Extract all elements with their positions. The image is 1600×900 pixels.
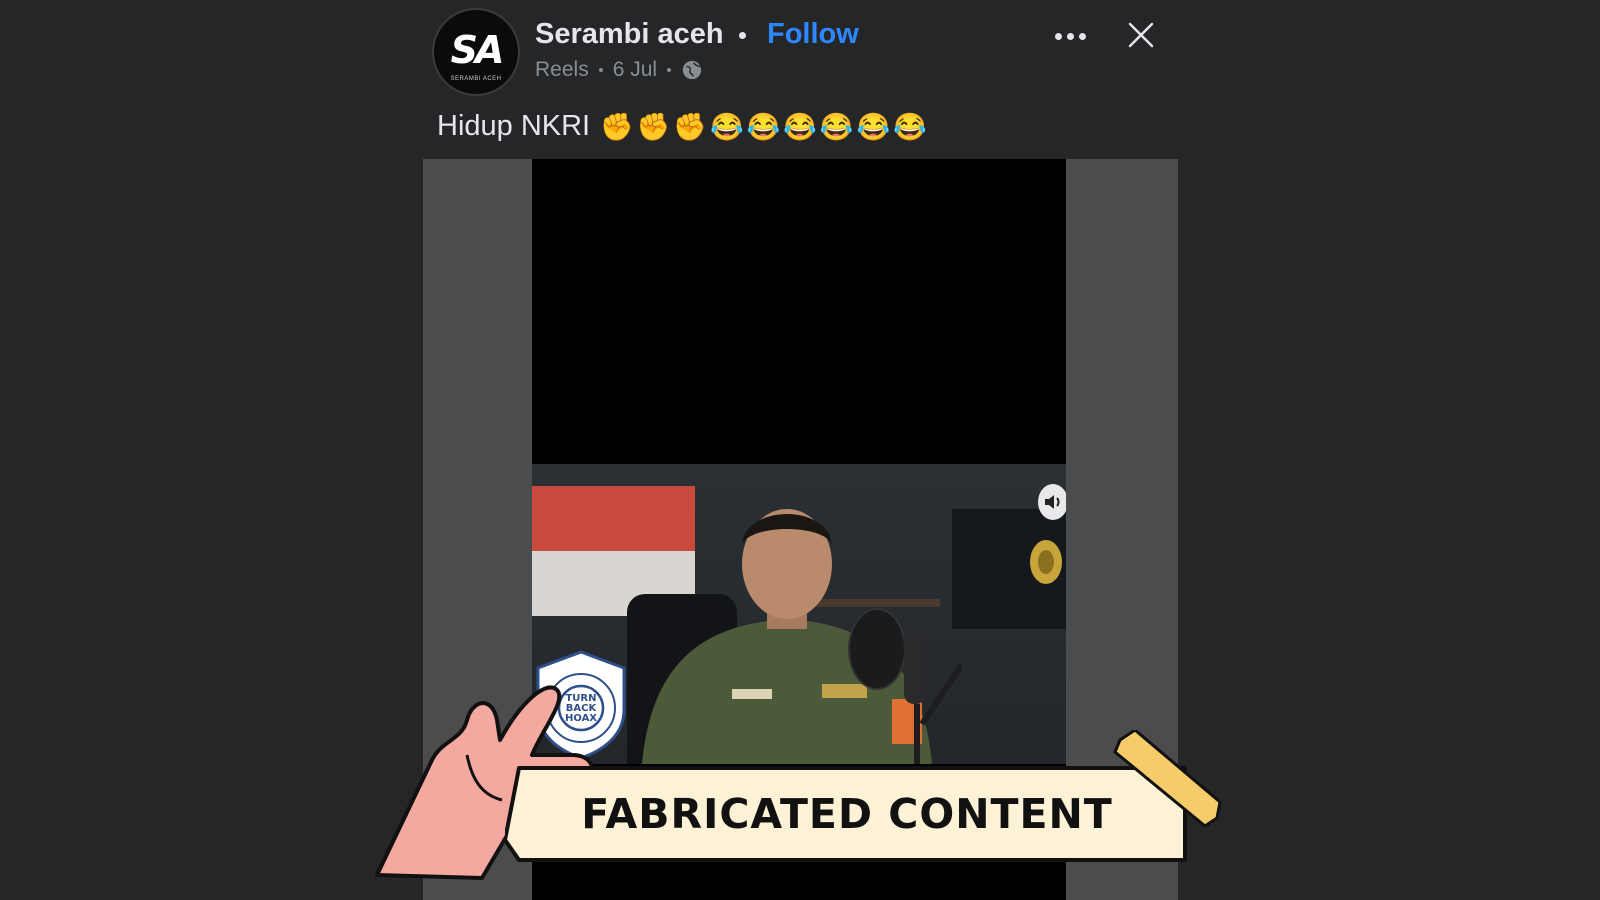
caption-emoji: 😂 [856,111,891,142]
caption-emoji: 😂 [783,111,817,142]
separator-dot [739,32,746,39]
sound-icon[interactable] [1038,484,1066,520]
military-emblem-icon [1030,540,1062,584]
caption-text: Hidup NKRI [437,110,591,142]
caption-emoji: 😂 [710,111,744,142]
follow-button[interactable]: Follow [767,18,859,51]
tape-decoration [1113,730,1222,828]
verdict-label: FABRICATED CONTENT [581,790,1113,838]
post-caption: Hidup NKRI ✊ ✊ ✊ 😂 😂 😂 😂 😂 😂 [437,110,930,143]
post-date[interactable]: 6 Jul [613,58,657,82]
avatar-small-text: SERAMBI ACEH [450,76,502,82]
caption-emoji: ✊ [600,111,634,142]
globe-icon[interactable] [681,59,703,81]
caption-emoji: 😂 [746,111,781,142]
post-meta: Reels 6 Jul [535,58,703,82]
post-type[interactable]: Reels [535,58,589,82]
page-name[interactable]: Serambi aceh [535,18,724,51]
more-options-icon[interactable] [1050,22,1090,50]
avatar-monogram: SA [450,28,505,72]
caption-emojis: ✊ ✊ ✊ 😂 😂 😂 😂 😂 😂 [600,111,930,143]
close-icon[interactable] [1126,20,1156,50]
caption-emoji: 😂 [819,111,854,142]
caption-emoji: 😂 [893,111,927,142]
meta-dot [667,68,672,72]
page-avatar[interactable]: SA SERAMBI ACEH [432,8,520,96]
caption-emoji: ✊ [636,111,671,142]
caption-emoji: ✊ [673,111,707,142]
meta-dot [598,68,603,72]
microphone [848,608,962,764]
